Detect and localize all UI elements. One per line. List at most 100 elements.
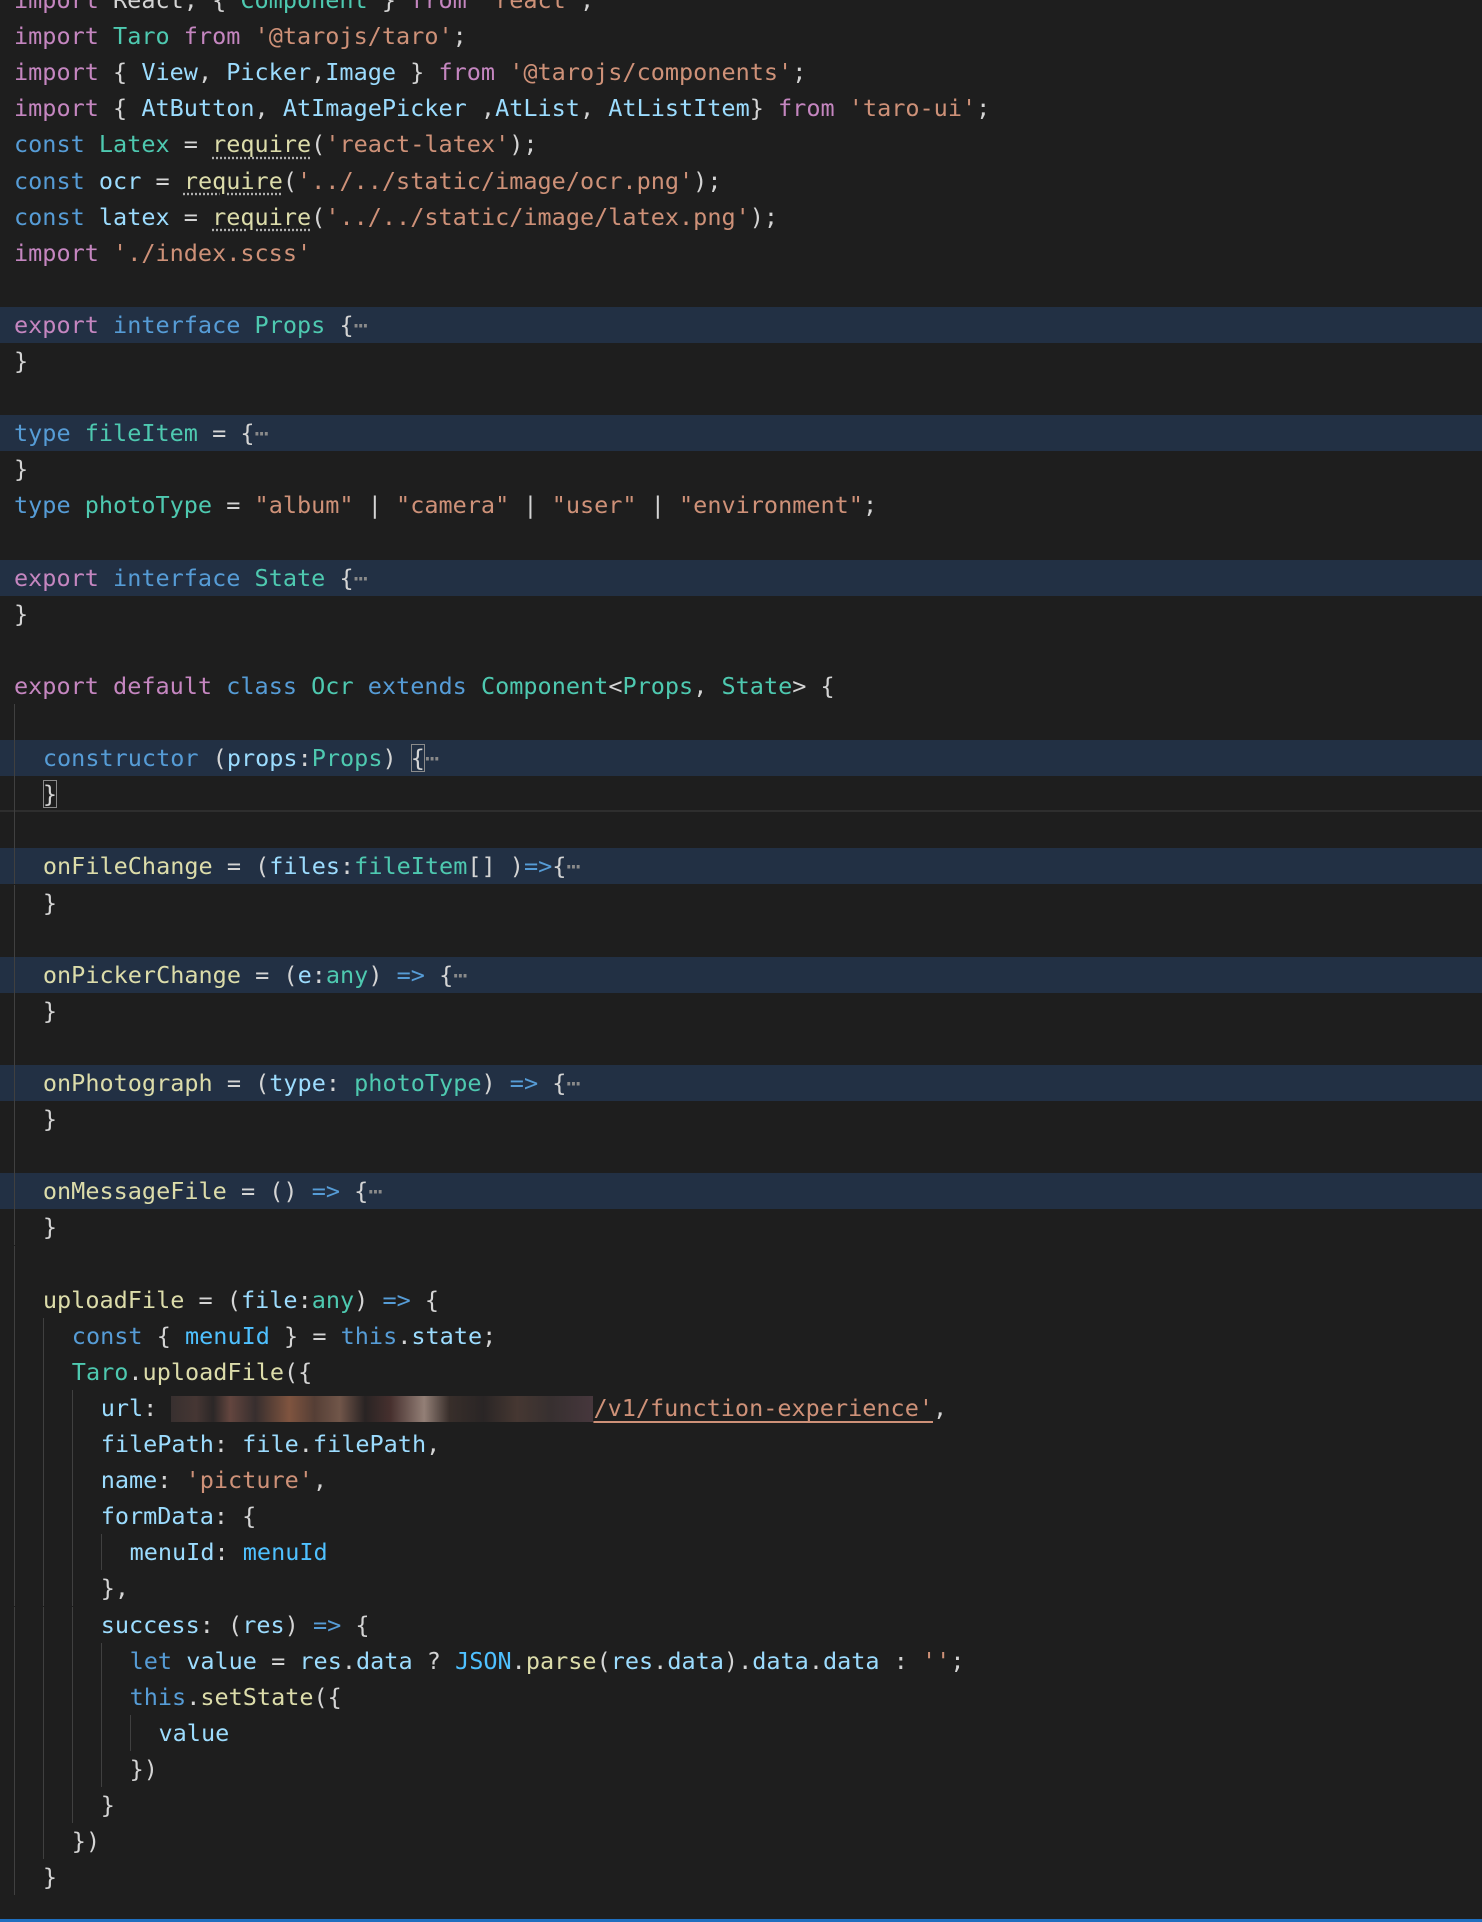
code-line[interactable]: }) bbox=[0, 1823, 1482, 1860]
fold-ellipsis-icon[interactable]: ⋯ bbox=[354, 564, 368, 592]
code-line[interactable]: }, bbox=[0, 1570, 1482, 1607]
code-text: onFileChange = (files:fileItem[] )=>{⋯ bbox=[43, 848, 581, 884]
code-token: ( bbox=[596, 1646, 611, 1675]
indent-guide bbox=[100, 1642, 102, 1679]
code-line[interactable]: export interface Props {⋯ bbox=[0, 306, 1482, 343]
code-line[interactable]: uploadFile = (file:any) => { bbox=[0, 1281, 1482, 1318]
fold-ellipsis-icon[interactable]: ⋯ bbox=[566, 1069, 580, 1097]
code-line[interactable]: formData: { bbox=[0, 1498, 1482, 1535]
code-line[interactable]: export interface State {⋯ bbox=[0, 559, 1482, 596]
code-token: ) bbox=[382, 744, 411, 773]
indent-guide bbox=[14, 1750, 15, 1787]
code-editor[interactable]: import React, { Component } from 'react'… bbox=[0, 0, 1482, 1922]
code-line[interactable]: import { AtButton, AtImagePicker ,AtList… bbox=[0, 90, 1482, 126]
code-line[interactable]: type photoType = "album" | "camera" | "u… bbox=[0, 487, 1482, 523]
code-token: . bbox=[128, 1357, 143, 1386]
code-token: name bbox=[100, 1466, 158, 1495]
code-token: Picker bbox=[226, 58, 312, 87]
code-line[interactable]: const { menuId } = this.state; bbox=[0, 1317, 1482, 1354]
code-line[interactable]: onPhotograph = (type: photoType) => {⋯ bbox=[0, 1065, 1482, 1101]
code-token: filePath bbox=[312, 1430, 427, 1458]
fold-ellipsis-icon[interactable]: ⋯ bbox=[566, 852, 580, 880]
code-line[interactable]: } bbox=[0, 343, 1482, 379]
code-line[interactable]: import Taro from '@tarojs/taro'; bbox=[0, 18, 1482, 54]
code-token: }) bbox=[71, 1827, 101, 1856]
code-text: onMessageFile = () => {⋯ bbox=[43, 1173, 383, 1209]
code-text: }) bbox=[130, 1751, 158, 1787]
code-line[interactable]: export default class Ocr extends Compone… bbox=[0, 668, 1482, 704]
indent-guide bbox=[14, 1570, 15, 1607]
code-text: } bbox=[43, 1859, 57, 1895]
code-line[interactable]: onPickerChange = (e:any) => {⋯ bbox=[0, 956, 1482, 993]
code-line[interactable]: import './index.scss' bbox=[0, 235, 1482, 271]
indent-guide bbox=[14, 1028, 15, 1066]
code-line[interactable]: } bbox=[0, 1101, 1482, 1138]
code-token: , bbox=[311, 58, 326, 87]
code-token: } bbox=[42, 888, 58, 917]
code-text: type fileItem = {⋯ bbox=[14, 415, 269, 451]
code-token: } bbox=[42, 1105, 58, 1134]
code-line[interactable]: } bbox=[0, 884, 1482, 921]
fold-ellipsis-icon[interactable]: ⋯ bbox=[425, 744, 439, 772]
indent-guide bbox=[100, 1714, 102, 1751]
code-token: , bbox=[312, 1466, 328, 1495]
code-token: = ( bbox=[212, 1069, 270, 1097]
code-token: Taro bbox=[71, 1357, 129, 1386]
code-line[interactable]: }) bbox=[0, 1750, 1482, 1787]
fold-ellipsis-icon[interactable]: ⋯ bbox=[354, 311, 368, 339]
code-line[interactable]: success: (res) => { bbox=[0, 1606, 1482, 1643]
code-line[interactable]: const Latex = require('react-latex'); bbox=[0, 126, 1482, 162]
code-line[interactable]: value bbox=[0, 1714, 1482, 1751]
code-line[interactable]: } bbox=[0, 776, 1482, 813]
code-line[interactable]: type fileItem = {⋯ bbox=[0, 415, 1482, 452]
code-token: interface bbox=[113, 310, 241, 339]
code-line[interactable]: onFileChange = (files:fileItem[] )=>{⋯ bbox=[0, 848, 1482, 885]
code-line[interactable]: import { View, Picker,Image } from '@tar… bbox=[0, 54, 1482, 90]
code-token: => bbox=[396, 960, 425, 989]
code-line[interactable]: onMessageFile = () => {⋯ bbox=[0, 1173, 1482, 1210]
code-text: }, bbox=[101, 1570, 129, 1606]
fold-ellipsis-icon[interactable]: ⋯ bbox=[255, 419, 269, 447]
code-token: } bbox=[42, 780, 58, 809]
code-line[interactable]: Taro.uploadFile({ bbox=[0, 1353, 1482, 1390]
code-line[interactable]: constructor (props:Props) {⋯ bbox=[0, 740, 1482, 777]
code-line[interactable]: const latex = require('../../static/imag… bbox=[0, 199, 1482, 235]
fold-ellipsis-icon[interactable]: ⋯ bbox=[368, 1177, 382, 1205]
code-line[interactable]: let value = res.data ? JSON.parse(res.da… bbox=[0, 1642, 1482, 1679]
code-line[interactable]: } bbox=[0, 992, 1482, 1029]
fold-ellipsis-icon[interactable]: ⋯ bbox=[453, 961, 467, 989]
indent-guide bbox=[14, 1426, 15, 1462]
code-line[interactable]: } bbox=[0, 596, 1482, 632]
code-token: Component bbox=[480, 671, 609, 700]
code-token: AtImagePicker bbox=[282, 94, 467, 123]
code-token: interface bbox=[113, 563, 241, 592]
code-line[interactable]: menuId: menuId bbox=[0, 1534, 1482, 1571]
code-line[interactable]: } bbox=[0, 451, 1482, 487]
code-token: uploadFile bbox=[42, 1285, 185, 1314]
code-token: ). bbox=[723, 1646, 753, 1675]
code-line[interactable]: filePath: file.filePath, bbox=[0, 1426, 1482, 1462]
code-text: constructor (props:Props) {⋯ bbox=[43, 740, 439, 776]
code-token: menuId bbox=[129, 1538, 215, 1567]
code-line[interactable]: url: /v1/function-experience', bbox=[0, 1389, 1482, 1426]
code-line[interactable]: } bbox=[0, 1859, 1482, 1896]
code-token: onPhotograph bbox=[42, 1069, 213, 1097]
indent-guide bbox=[100, 1534, 102, 1571]
code-token: 'taro-ui' bbox=[848, 94, 977, 123]
code-token: . bbox=[808, 1646, 823, 1675]
indent-guide bbox=[42, 1426, 44, 1462]
code-line[interactable]: name: 'picture', bbox=[0, 1462, 1482, 1499]
indent-guide bbox=[71, 1787, 73, 1823]
code-token: ; bbox=[950, 1646, 965, 1675]
code-line[interactable]: this.setState({ bbox=[0, 1678, 1482, 1715]
code-line[interactable]: } bbox=[0, 1787, 1482, 1823]
code-text: } bbox=[14, 451, 28, 487]
code-token: ( bbox=[282, 166, 298, 195]
code-line[interactable]: } bbox=[0, 1209, 1482, 1246]
code-line[interactable]: import React, { Component } from 'react'… bbox=[0, 0, 1482, 18]
code-token: } bbox=[396, 58, 439, 87]
code-line[interactable]: const ocr = require('../../static/image/… bbox=[0, 163, 1482, 199]
code-token: import bbox=[14, 238, 99, 267]
